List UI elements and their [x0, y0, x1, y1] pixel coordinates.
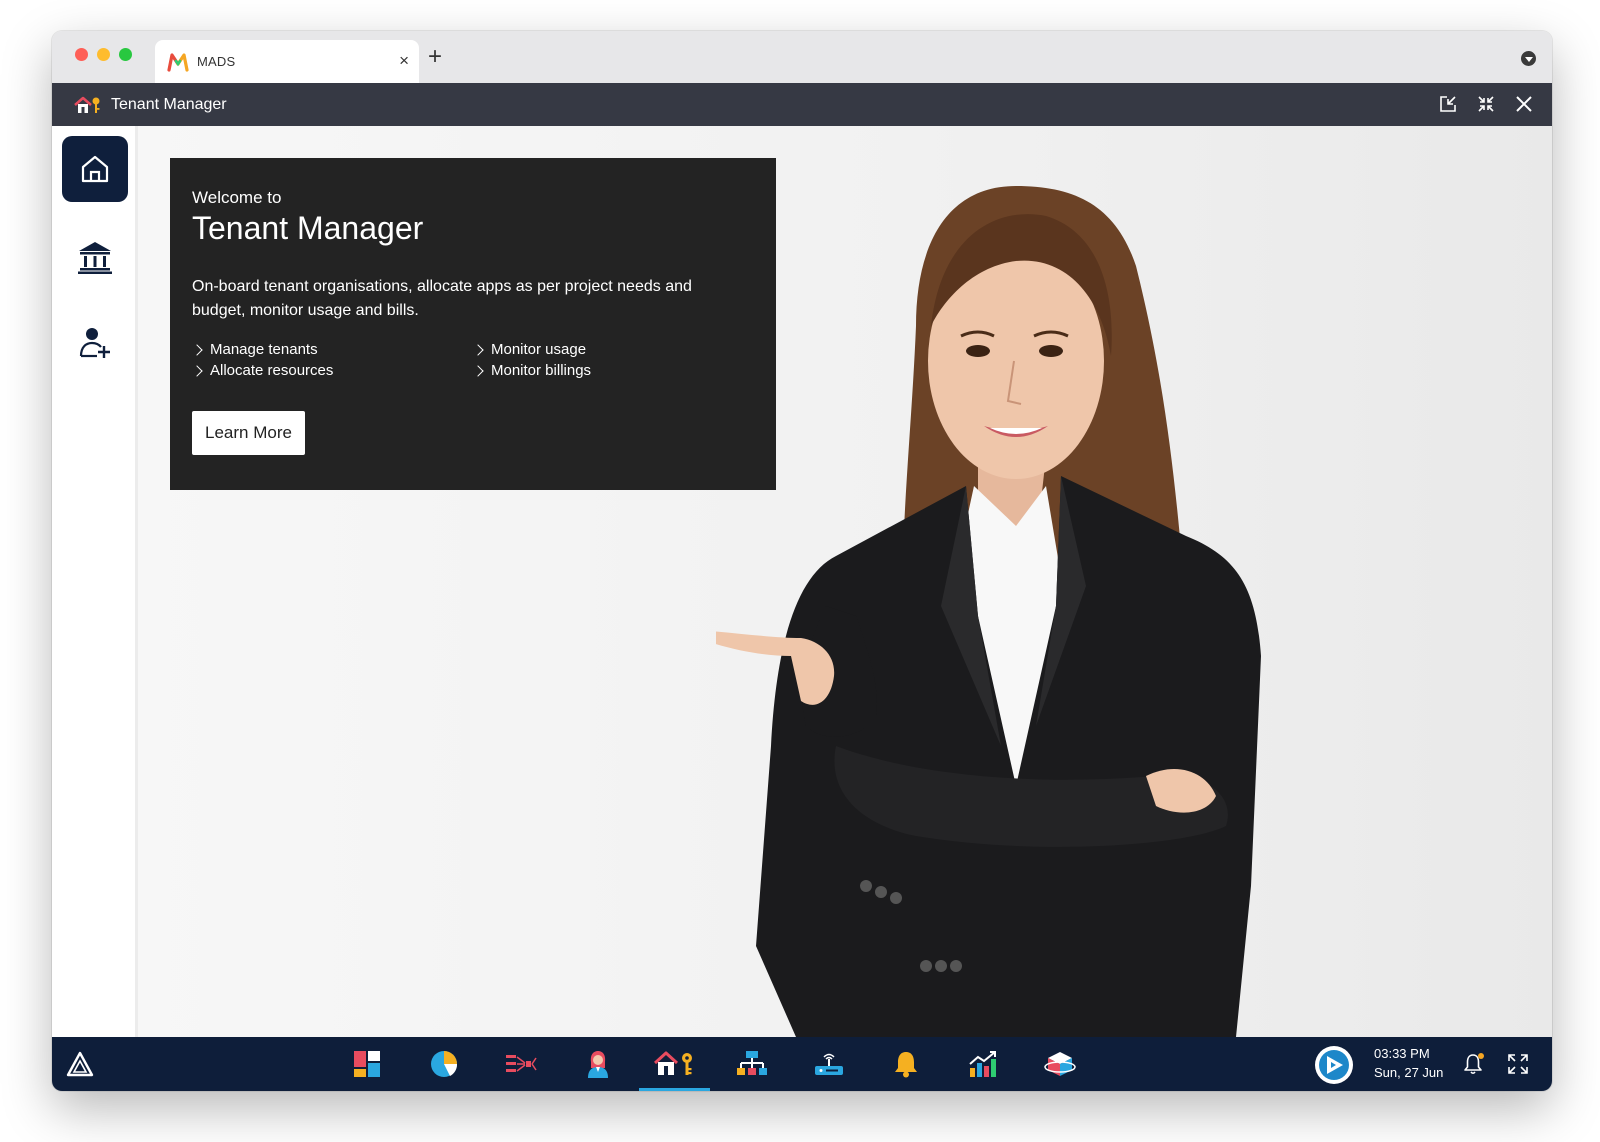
fullscreen-icon[interactable]	[1507, 1053, 1529, 1075]
taskbar-app-tenant-manager[interactable]	[636, 1037, 713, 1091]
window-close-button[interactable]	[75, 48, 88, 61]
mads-logo-icon	[167, 52, 189, 72]
tiles-icon	[353, 1051, 380, 1077]
clock-date: Sun, 27 Jun	[1374, 1065, 1444, 1080]
main-content: Welcome to Tenant Manager On-board tenan…	[138, 126, 1552, 1037]
house-key-icon	[74, 96, 100, 113]
woman-avatar-icon	[587, 1051, 608, 1078]
feature-list: Manage tenants Monitor usage Allocate re…	[191, 341, 754, 379]
taskbar-app-dashboard[interactable]	[328, 1037, 405, 1091]
businesswoman-image	[716, 186, 1261, 1037]
popout-icon[interactable]	[1438, 94, 1458, 114]
tab-close-icon[interactable]: ×	[399, 52, 409, 70]
close-icon[interactable]	[1514, 94, 1534, 114]
welcome-description: On-board tenant organisations, allocate …	[192, 278, 692, 319]
cube-icon	[1043, 1052, 1076, 1076]
new-tab-button[interactable]: +	[428, 45, 442, 69]
feature-item: Monitor usage	[472, 341, 733, 358]
feature-item: Manage tenants	[191, 341, 473, 358]
sidebar-item-organisations[interactable]	[62, 224, 128, 290]
browser-tab[interactable]: MADS ×	[155, 40, 419, 83]
taskbar-app-pipeline[interactable]	[482, 1037, 559, 1091]
welcome-title: Tenant Manager	[192, 210, 424, 246]
org-chart-icon	[736, 1051, 767, 1075]
bell-icon	[894, 1052, 917, 1078]
triangle-logo-icon[interactable]	[66, 1051, 94, 1077]
sidebar	[52, 126, 138, 1037]
taskbar-app-alerts[interactable]	[867, 1037, 944, 1091]
taskbar-app-device[interactable]	[790, 1037, 867, 1091]
home-icon	[81, 155, 109, 183]
taskbar-apps	[328, 1037, 1098, 1091]
browser-window: MADS × + Tenant Manager Welcome to Tenan…	[52, 31, 1552, 1091]
feature-item: Monitor billings	[472, 362, 733, 379]
taskbar: 03:33 PM Sun, 27 Jun	[52, 1037, 1552, 1091]
sidebar-item-home[interactable]	[62, 136, 128, 202]
clock-time: 03:33 PM	[1374, 1046, 1430, 1061]
taskbar-app-reports[interactable]	[944, 1037, 1021, 1091]
taskbar-app-hierarchy[interactable]	[713, 1037, 790, 1091]
browser-chrome: MADS × +	[52, 31, 1552, 83]
chevron-right-icon	[191, 343, 203, 356]
welcome-panel: Welcome to Tenant Manager On-board tenan…	[170, 158, 776, 490]
sidebar-item-add-user[interactable]	[62, 309, 128, 375]
app-title: Tenant Manager	[111, 95, 227, 113]
window-zoom-button[interactable]	[119, 48, 132, 61]
pie-chart-icon	[430, 1051, 457, 1077]
chevron-right-icon	[472, 364, 484, 377]
bank-icon	[78, 242, 112, 274]
flow-icon	[505, 1055, 537, 1072]
user-avatar-icon[interactable]	[1314, 1045, 1354, 1085]
feature-item: Allocate resources	[191, 362, 473, 379]
notification-bell-icon[interactable]	[1462, 1052, 1486, 1076]
tab-title: MADS	[197, 54, 236, 69]
taskbar-app-packages[interactable]	[1021, 1037, 1098, 1091]
taskbar-app-analytics[interactable]	[405, 1037, 482, 1091]
add-user-icon	[79, 328, 110, 358]
learn-more-button[interactable]: Learn More	[192, 411, 305, 455]
chevron-right-icon	[191, 364, 203, 377]
taskbar-app-user[interactable]	[559, 1037, 636, 1091]
router-icon	[814, 1053, 843, 1075]
house-key-icon	[653, 1051, 692, 1075]
clock: 03:33 PM Sun, 27 Jun	[1374, 1044, 1443, 1082]
welcome-subtitle: Welcome to	[192, 188, 282, 207]
app-title-bar: Tenant Manager	[52, 83, 1552, 126]
chrome-menu-icon[interactable]	[1521, 51, 1536, 66]
growth-chart-icon	[968, 1051, 996, 1077]
collapse-icon[interactable]	[1476, 94, 1496, 114]
chevron-right-icon	[472, 343, 484, 356]
window-minimize-button[interactable]	[97, 48, 110, 61]
appbar-actions	[1438, 94, 1534, 114]
